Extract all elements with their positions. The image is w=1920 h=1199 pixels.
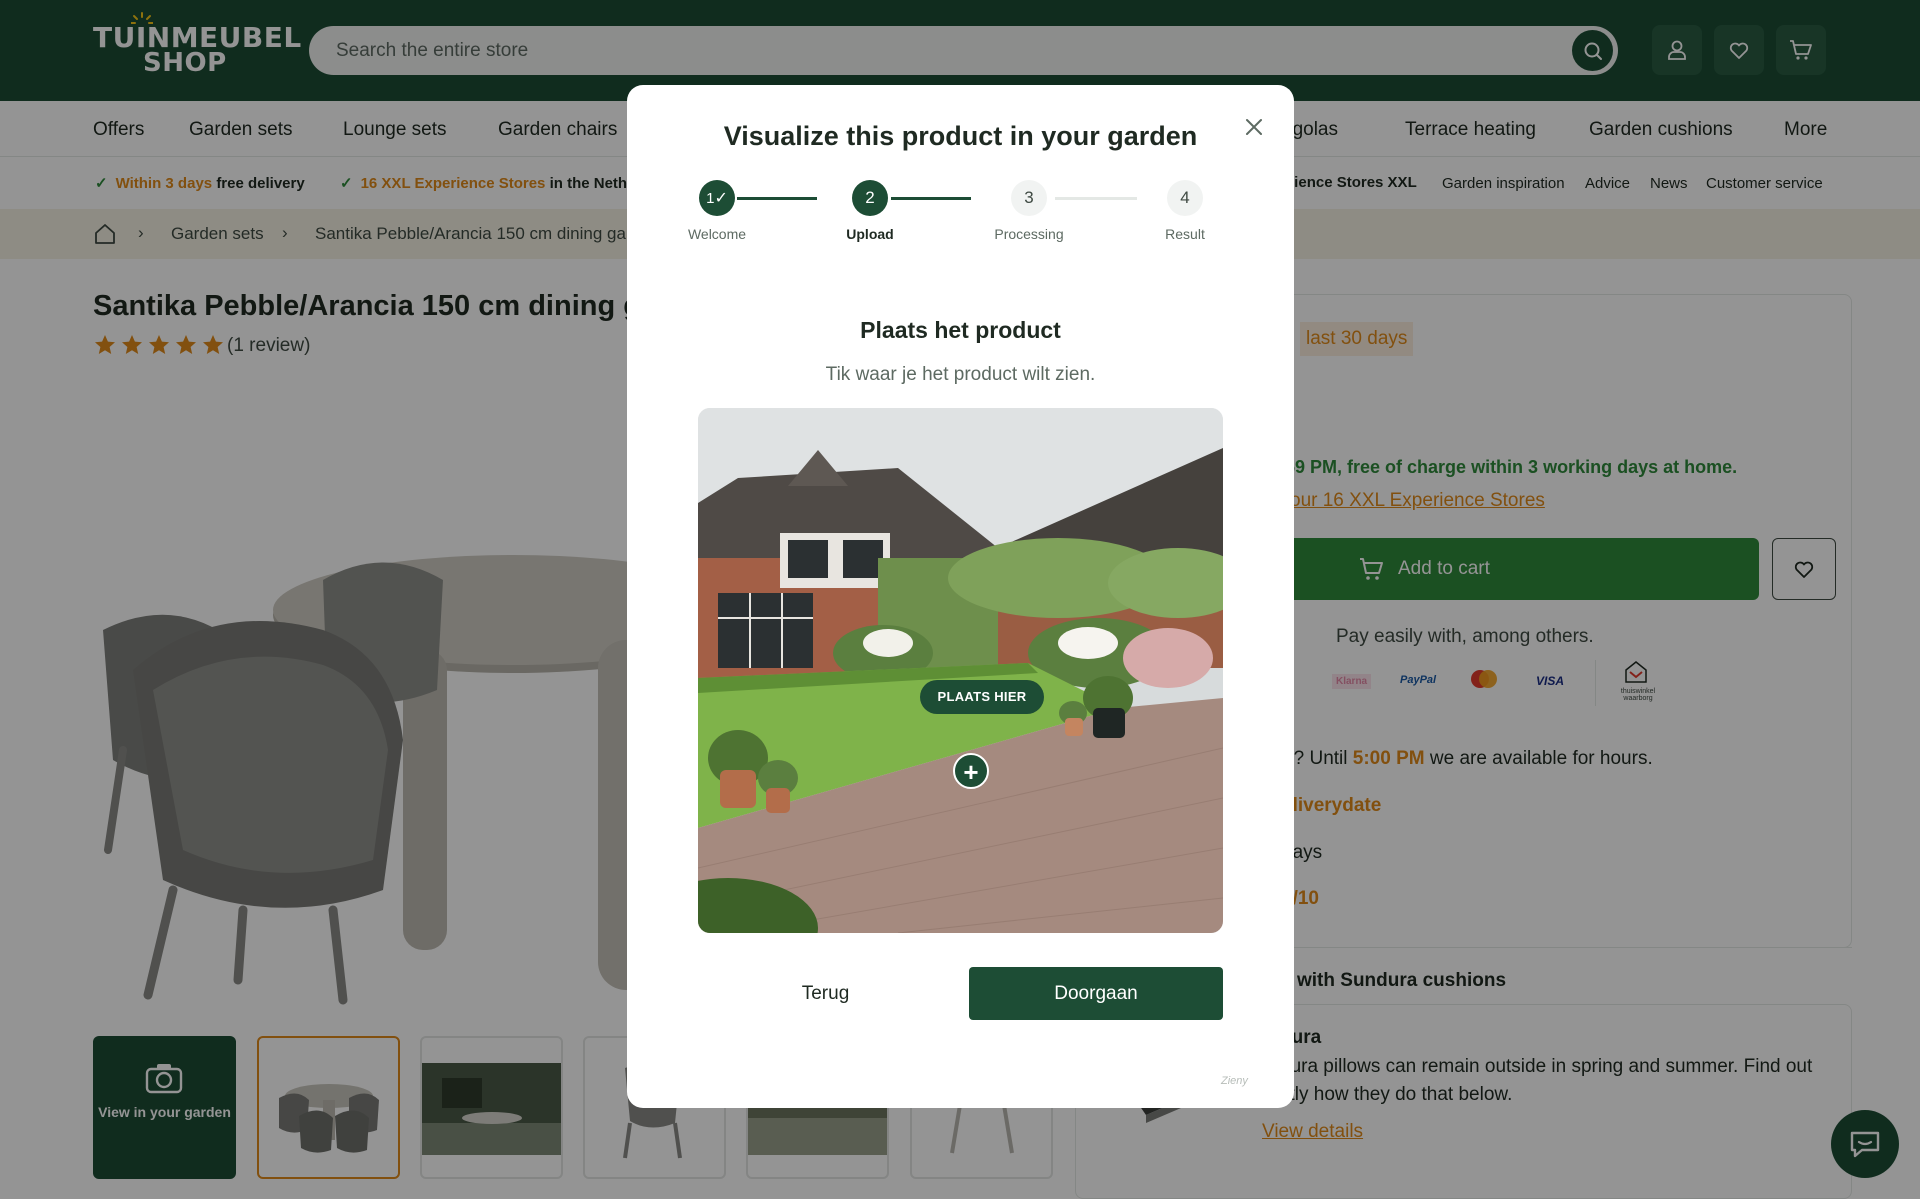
- continue-button[interactable]: Doorgaan: [969, 967, 1223, 1020]
- close-button[interactable]: [1240, 113, 1268, 141]
- step-label-upload: Upload: [846, 226, 894, 242]
- placement-marker[interactable]: +: [953, 753, 989, 789]
- modal-title: Visualize this product in your garden: [723, 121, 1198, 151]
- step-3-indicator: 3: [1011, 180, 1047, 216]
- back-button[interactable]: Terug: [698, 967, 953, 1020]
- step-1-indicator: 1 ✓: [699, 180, 735, 216]
- close-icon: [1246, 119, 1262, 135]
- step-label-welcome: Welcome: [687, 226, 747, 242]
- step-4-indicator: 4: [1167, 180, 1203, 216]
- modal-subheading: Tik waar je het product wilt zien.: [825, 364, 1096, 385]
- visualize-modal: Visualize this product in your garden 1 ✓…: [627, 85, 1294, 1108]
- step-connector: [891, 197, 971, 200]
- check-icon: ✓: [714, 190, 728, 207]
- garden-photo[interactable]: PLAATS HIER +: [698, 408, 1223, 933]
- step-connector: [1055, 197, 1137, 200]
- step-label-processing: Processing: [994, 226, 1064, 242]
- step-2-indicator: 2: [852, 180, 888, 216]
- garden-photo-image: [698, 408, 1223, 933]
- modal-heading: Plaats het product: [860, 317, 1061, 343]
- brand-mark: Zieny: [1221, 1075, 1248, 1087]
- progress-steps: 1 ✓ Welcome 2 Upload 3 Processing 4 Resul…: [685, 180, 1235, 250]
- place-here-label: PLAATS HIER: [920, 680, 1044, 714]
- step-label-result: Result: [1165, 226, 1205, 242]
- step-connector: [737, 197, 817, 200]
